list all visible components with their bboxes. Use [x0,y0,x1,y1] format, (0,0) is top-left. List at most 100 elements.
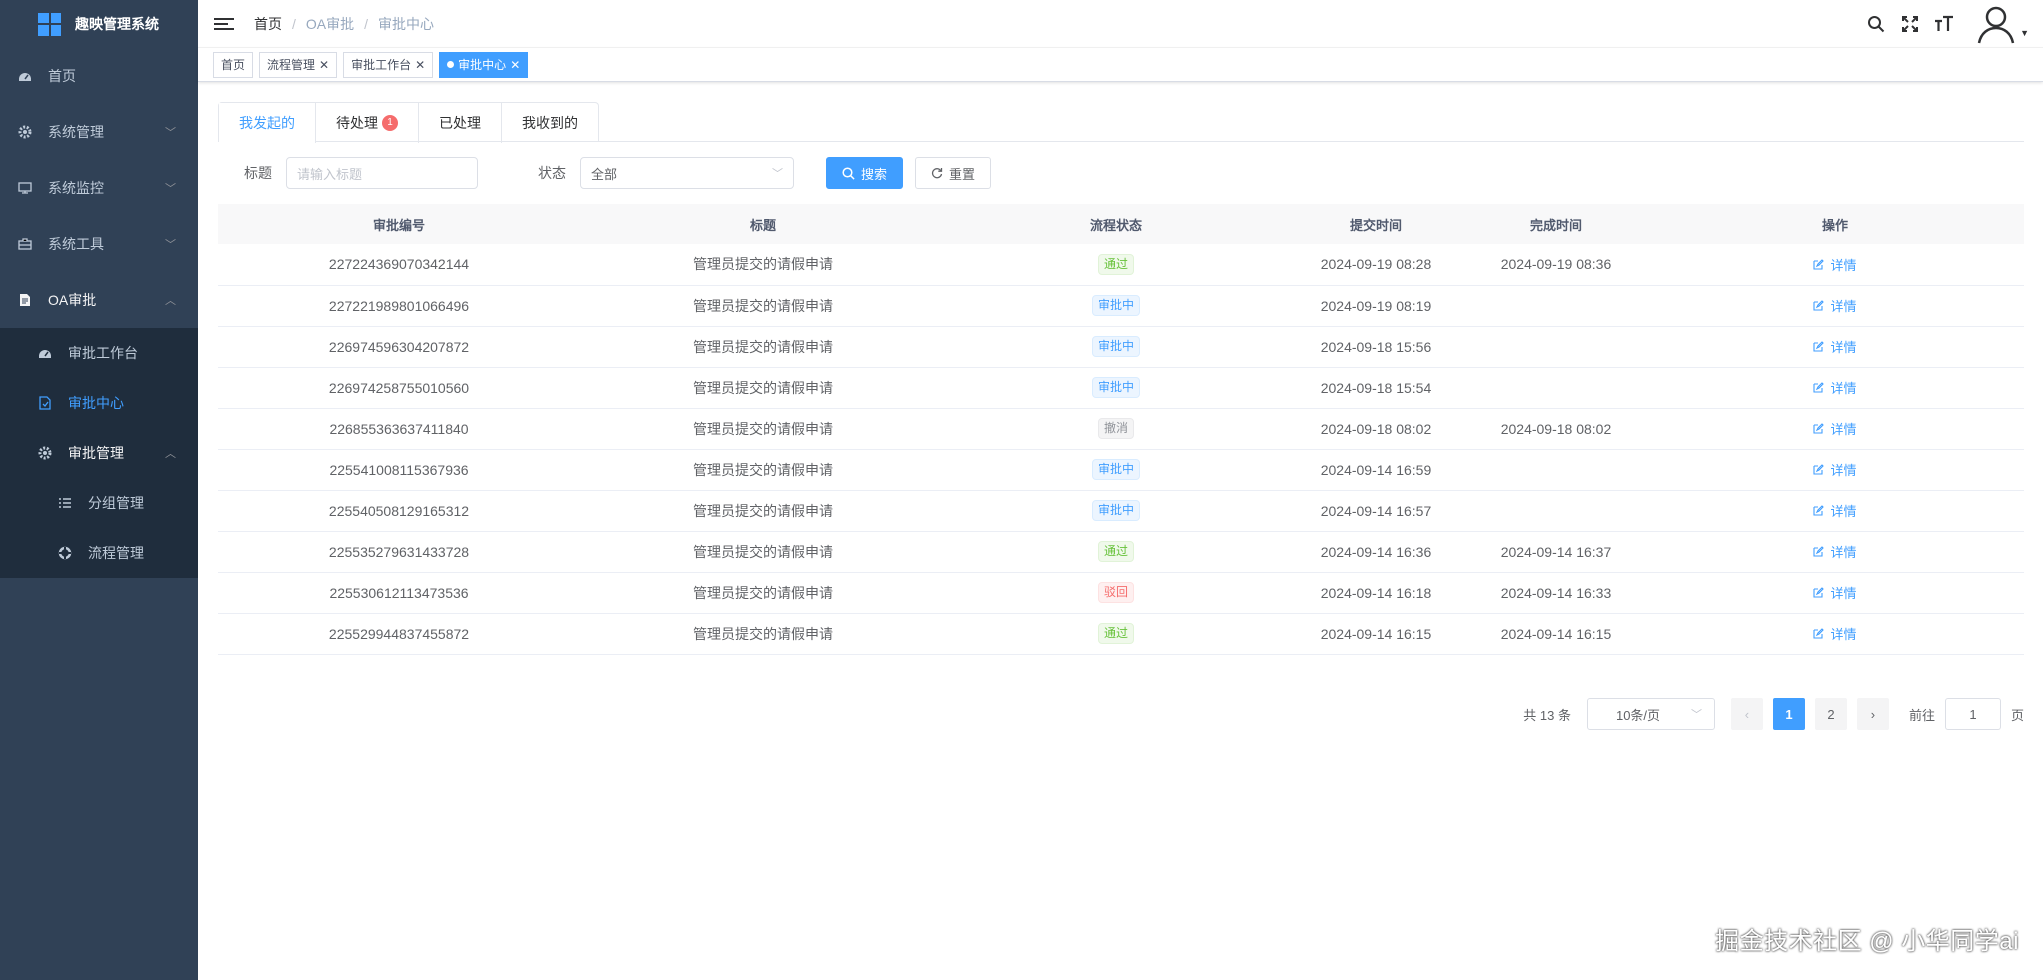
search-icon[interactable] [1859,0,1893,48]
approval-id-cell: 227224369070342144 [218,244,580,286]
edit-icon [1813,300,1825,311]
gear-icon [18,125,32,139]
status-badge: 驳回 [1097,582,1134,603]
monitor-icon [18,181,32,195]
table-row: 226855363637411840 管理员提交的请假申请 撤消 2024-09-18… [218,408,2024,450]
sidebar-item-label: 系统工具 [48,236,104,252]
sidebar-item-system-management[interactable]: 系统管理 ﹀ [0,104,198,160]
fullscreen-icon[interactable] [1893,0,1927,48]
status-cell: 通过 [946,531,1286,573]
column-header: 审批编号 [372,217,425,233]
approval-id-cell: 225540508129165312 [218,490,580,532]
breadcrumb-current: 审批中心 [378,15,435,32]
page-button[interactable]: 2 [1814,698,1847,730]
page-button[interactable]: 1 [1772,698,1805,730]
detail-link[interactable]: 详情 [1813,460,1857,479]
tabs: 我发起的 待处理 1 已处理 我收到的 [218,102,2024,143]
reset-button[interactable]: 重置 [915,157,992,189]
sidebar-item-label: 审批管理 [68,445,124,461]
detail-link[interactable]: 详情 [1813,583,1857,602]
gear-icon [38,446,52,460]
page-size-select[interactable]: 10条/页 ﹀ [1586,698,1715,730]
caret-down-icon: ▼ [2020,28,2029,38]
sidebar-item-system-monitor[interactable]: 系统监控 ﹀ [0,160,198,216]
detail-link[interactable]: 详情 [1813,255,1857,274]
table-row: 225529944837455872 管理员提交的请假申请 通过 2024-09-14… [218,613,2024,655]
font-size-icon[interactable] [1927,0,1961,48]
status-cell: 审批中 [946,285,1286,327]
tab-initiated[interactable]: 我发起的 [219,103,315,143]
goto-page-input[interactable]: 1 [1944,698,2001,730]
refresh-icon [931,168,943,179]
sidebar-item-approval-management[interactable]: 审批管理 ︿ [0,428,198,478]
status-badge: 通过 [1097,253,1134,275]
status-badge: 通过 [1097,623,1134,644]
tab-received[interactable]: 我收到的 [501,103,598,143]
sidebar-item-flow-management[interactable]: 流程管理 [0,528,198,578]
sidebar-item-label: 审批工作台 [68,345,138,361]
close-icon[interactable]: ✕ [415,53,425,77]
tag-home[interactable]: 首页 [213,51,254,78]
detail-link[interactable]: 详情 [1813,419,1857,438]
detail-link[interactable]: 详情 [1813,337,1857,356]
title-input[interactable]: 请输入标题 [286,157,478,189]
detail-link-label: 详情 [1830,504,1857,519]
tab-processed[interactable]: 已处理 [418,103,501,143]
table-row: 226974596304207872 管理员提交的请假申请 审批中 2024-09-1… [218,326,2024,368]
detail-link[interactable]: 详情 [1813,542,1857,561]
status-badge: 审批中 [1091,377,1140,398]
detail-link[interactable]: 详情 [1813,501,1857,520]
chevron-down-icon: ﹀ [165,239,176,251]
sidebar-item-label: OA审批 [48,292,97,308]
status-cell: 撤消 [946,408,1286,450]
close-icon[interactable]: ✕ [510,53,520,77]
approval-id-cell: 226974258755010560 [218,367,580,409]
tab-pending[interactable]: 待处理 1 [315,103,418,143]
table-row: 225541008115367936 管理员提交的请假申请 审批中 2024-09-1… [218,449,2024,491]
breadcrumb-home[interactable]: 首页 [254,14,282,34]
logo[interactable]: 趣映管理系统 [0,0,198,48]
finish-time-cell: 2024-09-18 08:02 [1466,408,1646,450]
submit-time-cell: 2024-09-18 08:02 [1286,408,1466,450]
detail-link[interactable]: 详情 [1813,624,1857,643]
sidebar-item-system-tools[interactable]: 系统工具 ﹀ [0,216,198,272]
tags-view: 首页 流程管理 ✕ 审批工作台 ✕ 审批中心 ✕ [198,48,2043,82]
content: 我发起的 待处理 1 已处理 我收到的 标题 请输入标题 状态 全部 ﹀ 搜索 重… [218,102,2024,730]
table-row: 226974258755010560 管理员提交的请假申请 审批中 2024-09-1… [218,367,2024,409]
detail-link-label: 详情 [1830,257,1857,273]
sidebar-item-approval-workbench[interactable]: 审批工作台 [0,328,198,378]
avatar[interactable]: ▼ [1971,0,2029,48]
sidebar-item-label: 流程管理 [88,545,144,561]
pagination-total: 共 13 条 [1523,707,1571,723]
close-icon[interactable]: ✕ [319,53,329,77]
tag-flow-management[interactable]: 流程管理 ✕ [259,51,338,78]
edit-icon [1813,423,1825,434]
detail-link[interactable]: 详情 [1813,378,1857,397]
prev-page-button[interactable]: ‹ [1730,698,1763,730]
column-header: 提交时间 [1349,217,1402,233]
edit-icon [1813,505,1825,516]
edit-icon [1813,587,1825,598]
reset-button-label: 重置 [949,166,976,182]
tag-approval-center[interactable]: 审批中心 ✕ [439,51,529,78]
hamburger-icon[interactable] [214,14,234,34]
table-header-row: 审批编号 标题 流程状态 提交时间 完成时间 操作 [218,204,2024,244]
status-select[interactable]: 全部 ﹀ [580,157,794,189]
status-badge: 撤消 [1097,418,1134,439]
operation-cell: 详情 [1646,531,2024,573]
search-form: 标题 请输入标题 状态 全部 ﹀ 搜索 重置 [218,142,2024,204]
submit-time-cell: 2024-09-19 08:28 [1286,244,1466,286]
sidebar-item-oa-approval[interactable]: OA审批 ︿ [0,272,198,328]
approval-table: 审批编号 标题 流程状态 提交时间 完成时间 操作 22722436907034… [218,204,2024,655]
sidebar-item-approval-center[interactable]: 审批中心 [0,378,198,428]
tag-approval-workbench[interactable]: 审批工作台 ✕ [343,51,434,78]
list-icon [58,496,72,510]
sidebar-item-group-management[interactable]: 分组管理 [0,478,198,528]
detail-link-label: 详情 [1830,381,1857,396]
chevron-up-icon: ︿ [165,448,176,460]
operation-cell: 详情 [1646,326,2024,368]
detail-link[interactable]: 详情 [1813,296,1857,315]
next-page-button[interactable]: › [1856,698,1889,730]
sidebar-item-home[interactable]: 首页 [0,48,198,104]
search-button[interactable]: 搜索 [826,157,904,189]
